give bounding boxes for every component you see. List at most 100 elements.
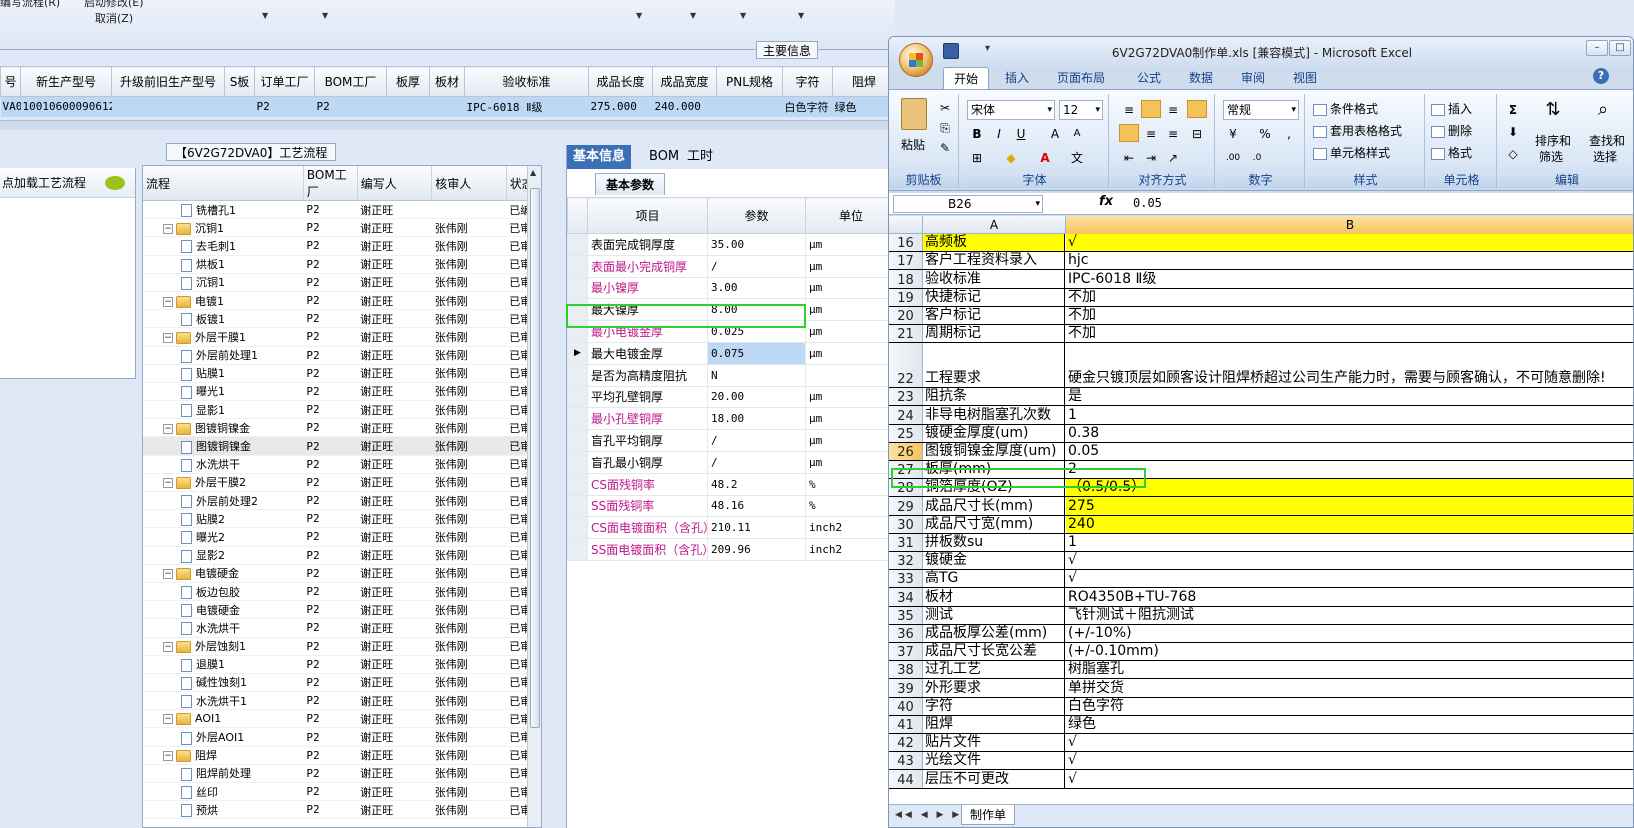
chevron-down-icon[interactable]: ▼ [740, 11, 746, 20]
align-left-icon[interactable] [1119, 124, 1139, 142]
table-row[interactable]: 表面完成铜厚度 35.00 μm [567, 233, 895, 256]
table-row[interactable]: CS面残铜率 48.2% [567, 472, 895, 496]
increase-indent-icon[interactable]: ⇥ [1141, 148, 1161, 166]
tree-row[interactable]: 外层前处理1 P2 谢正旺 张伟刚 已审核 [143, 346, 541, 365]
row-header[interactable]: 41 [889, 715, 923, 733]
row-header[interactable]: 21 [889, 325, 923, 343]
cell-b[interactable]: 树脂塞孔 [1066, 661, 1633, 678]
tree-node[interactable]: 预烘 [143, 800, 304, 820]
tree-row[interactable]: 外层AOI1 P2 谢正旺 张伟刚 已审核 [143, 727, 541, 747]
row-header[interactable]: 42 [889, 734, 923, 752]
cell-b[interactable]: 2 [1066, 461, 1633, 478]
collapse-icon[interactable]: − [163, 569, 173, 580]
table-cell[interactable] [716, 96, 783, 117]
sheet-tab[interactable]: 制作单 [961, 805, 1016, 825]
cell-b[interactable]: 0.38 [1066, 425, 1633, 442]
cell-a[interactable]: 阻抗条 [923, 388, 1065, 406]
sort-filter-icon[interactable]: ⇅ [1543, 100, 1563, 119]
font-name-select[interactable]: 宋体 [967, 100, 1055, 120]
cell-a[interactable]: 非导电树脂塞孔次数 [923, 406, 1065, 424]
row-indicator[interactable] [567, 407, 588, 431]
col-header[interactable]: 流程 [143, 166, 304, 201]
decrease-indent-icon[interactable]: ⇤ [1119, 148, 1139, 166]
cell-a[interactable]: 贴片文件 [923, 734, 1065, 752]
cell-a[interactable]: 验收标准 [923, 270, 1065, 288]
tree-row[interactable]: − 图镀铜镍金 P2 谢正旺 张伟刚 已审核 [143, 418, 541, 438]
column-header-a[interactable]: A [923, 216, 1066, 234]
cell-b[interactable]: √ [1066, 552, 1633, 569]
tree-node[interactable]: 退膜1 [143, 655, 304, 674]
tree-node[interactable]: − 外层蚀刻1 [143, 637, 304, 656]
merge-center-icon[interactable]: ⊟ [1187, 124, 1207, 142]
param-value-cell[interactable]: 20.00 [707, 385, 806, 409]
row-header[interactable]: 31 [889, 533, 923, 551]
tree-node[interactable]: 铣槽孔1 [143, 200, 304, 220]
tree-node[interactable]: − 阻焊 [143, 746, 304, 765]
grid-splitter[interactable] [0, 120, 895, 130]
tree-row[interactable]: 沉铜1 P2 谢正旺 张伟刚 已审核 [143, 273, 541, 292]
font-size-select[interactable]: 12 [1059, 100, 1103, 120]
cell-b[interactable]: 不加 [1066, 307, 1633, 324]
row-header[interactable]: 30 [889, 515, 923, 533]
table-row[interactable]: ▶ 最大电镀金厚 0.075 μm [567, 341, 895, 365]
flow-tab[interactable]: 【6V2G72DVA0】工艺流程 [166, 143, 337, 161]
table-cell[interactable]: 10010600090612 [20, 96, 112, 117]
tree-node[interactable]: 丝印 [143, 782, 304, 802]
scrollbar-thumb[interactable] [530, 188, 540, 728]
tree-scrollbar[interactable]: ▲ [527, 166, 541, 827]
conditional-format-button[interactable]: 条件格式 [1313, 100, 1378, 117]
table-cell[interactable] [224, 96, 255, 117]
cell-a[interactable]: 板材 [923, 588, 1065, 606]
collapse-icon[interactable]: − [163, 751, 173, 762]
tree-row[interactable]: − AOI1 P2 谢正旺 张伟刚 已审核 [143, 709, 541, 729]
copy-icon[interactable]: ⎘ [935, 118, 955, 136]
collapse-icon[interactable]: − [163, 423, 173, 434]
currency-icon[interactable]: ¥ [1223, 124, 1243, 142]
row-indicator[interactable] [567, 450, 588, 474]
chevron-down-icon[interactable]: ▾ [985, 43, 990, 54]
cell-a[interactable]: 图镀铜镍金厚度(um) [923, 442, 1065, 460]
table-cell[interactable]: 240.000 [652, 96, 717, 117]
tree-row[interactable]: 碱性蚀刻1 P2 谢正旺 张伟刚 已审核 [143, 673, 541, 693]
col-header[interactable]: 升级前旧生产型号 [111, 66, 225, 97]
cell-b[interactable]: 硬金只镀顶层如顾客设计阻焊桥超过公司生产能力时，需要与顾客确认，不可随意删除! [1066, 343, 1633, 387]
collapse-icon[interactable]: − [163, 642, 173, 653]
cell-a[interactable]: 周期标记 [923, 325, 1065, 343]
insert-cells-button[interactable]: 插入 [1431, 100, 1472, 117]
align-bottom-icon[interactable]: ≡ [1163, 100, 1183, 118]
chevron-down-icon[interactable]: ▼ [798, 11, 804, 20]
param-value-cell[interactable]: 48.16 [707, 494, 806, 518]
table-row[interactable]: SS面电镀面积（含孔） 209.96 inch2 [567, 538, 895, 561]
collapse-icon[interactable]: − [163, 223, 173, 234]
percent-icon[interactable]: % [1255, 124, 1275, 142]
cell-b[interactable]: IPC-6018 Ⅱ级 [1066, 270, 1633, 287]
col-header[interactable]: 板厚 [386, 66, 430, 97]
tree-node[interactable]: 外层AOI1 [143, 727, 304, 747]
row-header[interactable]: 40 [889, 697, 923, 715]
tree-node[interactable]: 水洗烘干 [143, 618, 304, 638]
cell-a[interactable]: 铜箔厚度(OZ) [923, 479, 1065, 497]
fx-icon[interactable]: fx [1099, 194, 1113, 209]
tree-row[interactable]: − 阻焊 P2 谢正旺 张伟刚 已审核 [143, 746, 541, 765]
tree-row[interactable]: 水洗烘干1 P2 谢正旺 张伟刚 已审核 [143, 691, 541, 711]
cut-icon[interactable]: ✂ [935, 98, 955, 116]
fill-icon[interactable]: ⬇ [1503, 122, 1523, 140]
cell-b[interactable]: 240 [1066, 515, 1633, 533]
cell-b[interactable]: RO4350B+TU-768 [1066, 588, 1633, 605]
row-header[interactable]: 43 [889, 752, 923, 770]
chevron-down-icon[interactable]: ▼ [636, 11, 642, 20]
tree-node[interactable]: − 沉铜1 [143, 218, 304, 238]
decrease-decimal-icon[interactable]: .0 [1247, 148, 1267, 166]
filter-label[interactable]: 筛选 [1539, 148, 1563, 165]
col-header[interactable]: 核审人 [431, 166, 507, 201]
cell-a[interactable]: 成品尺寸长宽公差 [923, 643, 1065, 661]
cell-b[interactable]: (+/-10%) [1066, 625, 1633, 642]
tree-row[interactable]: − 外层干膜2 P2 谢正旺 张伟刚 已审核 [143, 473, 541, 493]
row-header[interactable]: 37 [889, 643, 923, 661]
wrap-text-icon[interactable] [1187, 100, 1207, 118]
name-box[interactable]: B26 [893, 195, 1043, 213]
find-select-icon[interactable]: ⌕ [1593, 100, 1613, 119]
col-header[interactable]: 字符 [782, 66, 833, 97]
table-cell[interactable]: VA0 [0, 96, 21, 117]
tree-row[interactable]: − 外层干膜1 P2 谢正旺 张伟刚 已审核 [143, 327, 541, 347]
